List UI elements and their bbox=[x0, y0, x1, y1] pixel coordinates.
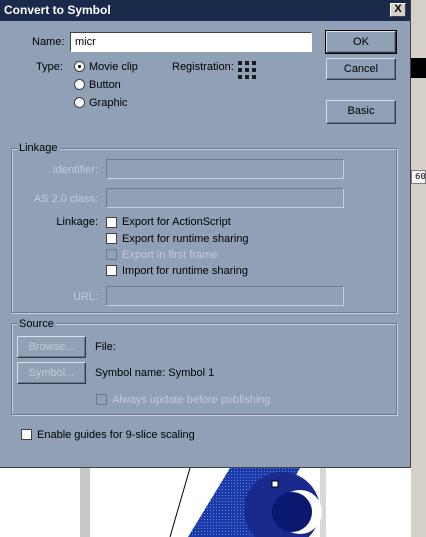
browse-button[interactable]: Browse... bbox=[17, 336, 86, 358]
export-actionscript-label: Export for ActionScript bbox=[122, 216, 231, 228]
export-first-frame-label: Export in first frame bbox=[122, 249, 218, 261]
linkage-label: Linkage: bbox=[56, 216, 98, 228]
import-runtime-checkbox[interactable] bbox=[106, 265, 117, 276]
import-runtime-label: Import for runtime sharing bbox=[122, 265, 248, 277]
close-button[interactable]: X bbox=[390, 3, 406, 17]
basic-button[interactable]: Basic bbox=[326, 100, 396, 124]
symbol-button[interactable]: Symbol... bbox=[17, 362, 86, 384]
identifier-label: Identifier: bbox=[52, 164, 98, 176]
radio-graphic[interactable] bbox=[74, 97, 85, 108]
as-class-label: AS 2.0 class: bbox=[33, 193, 98, 205]
always-update-checkbox[interactable] bbox=[96, 394, 107, 405]
dialog-titlebar: Convert to Symbol bbox=[0, 0, 410, 21]
linkage-group-title: Linkage bbox=[17, 141, 60, 155]
nine-slice-checkbox[interactable] bbox=[21, 429, 32, 440]
symbol-name-label: Symbol name: Symbol 1 bbox=[95, 367, 215, 379]
ok-button[interactable]: OK bbox=[325, 30, 397, 54]
export-actionscript-checkbox[interactable] bbox=[106, 217, 117, 228]
export-first-frame-checkbox[interactable] bbox=[106, 249, 117, 260]
identifier-input[interactable] bbox=[106, 159, 344, 179]
always-update-label: Always update before publishing bbox=[112, 394, 271, 406]
dark-circle bbox=[272, 492, 312, 532]
name-input[interactable]: micr bbox=[70, 32, 312, 52]
selection-handle bbox=[271, 480, 279, 488]
radio-movie-clip-label: Movie clip bbox=[89, 61, 138, 73]
url-input[interactable] bbox=[106, 286, 344, 306]
as-class-input[interactable] bbox=[106, 188, 344, 208]
nine-slice-label: Enable guides for 9-slice scaling bbox=[37, 429, 195, 441]
registration-label: Registration: bbox=[172, 61, 234, 73]
cancel-button[interactable]: Cancel bbox=[326, 58, 396, 80]
convert-to-symbol-dialog: Convert to Symbol X Name: micr Type: Mov… bbox=[0, 0, 411, 468]
source-group-title: Source bbox=[17, 317, 56, 331]
url-label: URL: bbox=[72, 291, 98, 303]
type-label: Type: bbox=[36, 61, 63, 73]
dialog-title: Convert to Symbol bbox=[4, 3, 111, 17]
radio-button-label: Button bbox=[89, 79, 121, 91]
stage-line bbox=[169, 467, 191, 537]
export-runtime-label: Export for runtime sharing bbox=[122, 233, 249, 245]
radio-movie-clip[interactable] bbox=[74, 61, 85, 72]
radio-graphic-label: Graphic bbox=[89, 97, 128, 109]
name-label: Name: bbox=[32, 36, 65, 48]
file-label: File: bbox=[95, 341, 116, 353]
registration-grid-icon[interactable] bbox=[238, 61, 258, 81]
export-runtime-checkbox[interactable] bbox=[106, 233, 117, 244]
radio-button[interactable] bbox=[74, 79, 85, 90]
